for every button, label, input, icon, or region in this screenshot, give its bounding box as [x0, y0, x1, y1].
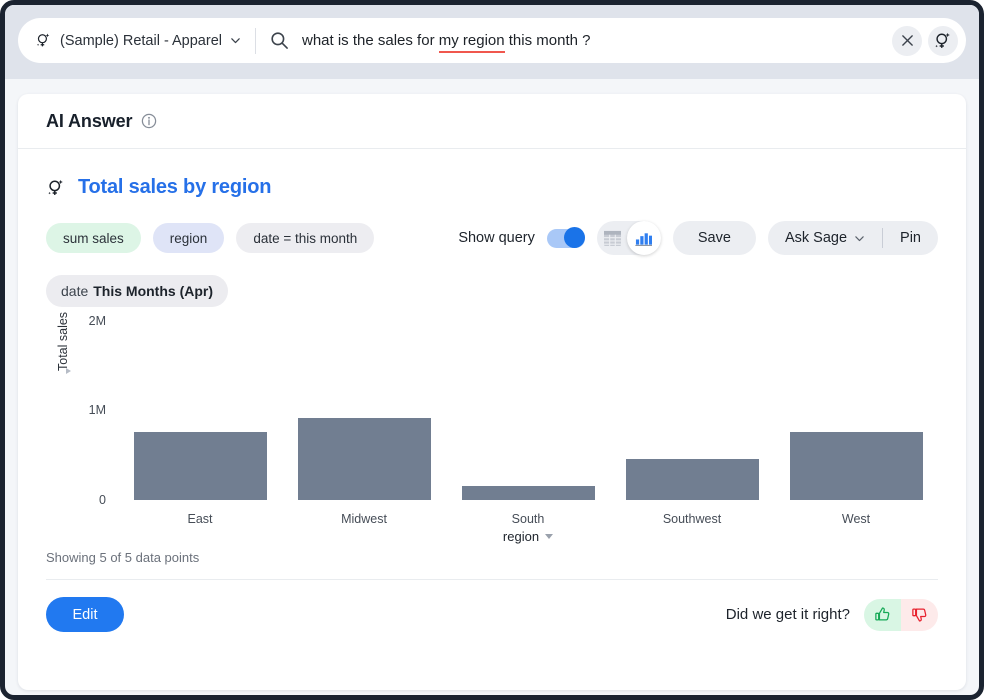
- show-query-label: Show query: [458, 230, 535, 246]
- bar-column: West: [774, 321, 938, 500]
- bar-chart: Total sales 2M 1M 0 East Midwest South: [46, 321, 938, 536]
- bar-southwest[interactable]: [626, 459, 759, 500]
- x-axis-title[interactable]: region: [118, 529, 938, 544]
- worksheet-label: (Sample) Retail - Apparel: [60, 33, 222, 49]
- info-icon[interactable]: [141, 113, 157, 129]
- date-filter-value: This Months (Apr): [93, 283, 213, 299]
- show-query-toggle[interactable]: [547, 229, 585, 248]
- feedback-section: Did we get it right?: [726, 599, 938, 631]
- clear-search-button[interactable]: [892, 26, 922, 56]
- date-filter-label: date: [61, 283, 88, 299]
- y-tick-label: 2M: [89, 314, 106, 328]
- query-underlined-token: my region: [439, 32, 505, 53]
- visualization-switch[interactable]: [597, 221, 661, 255]
- y-tick-label: 0: [99, 493, 106, 507]
- search-divider: [255, 28, 256, 54]
- y-axis-ticks: 2M 1M 0: [76, 321, 106, 536]
- x-tick-label: South: [512, 512, 545, 526]
- x-axis-title-label: region: [503, 529, 539, 544]
- answer-title: Total sales by region: [78, 176, 271, 199]
- ask-sage-label: Ask Sage: [785, 230, 847, 246]
- x-tick-label: Midwest: [341, 512, 387, 526]
- bar-column: East: [118, 321, 282, 500]
- ai-answer-card: AI Answer Total sales by region sum sale…: [18, 94, 966, 690]
- x-tick-label: West: [842, 512, 870, 526]
- query-chips: sum sales region date = this month: [46, 223, 374, 253]
- y-axis-marker-icon: [66, 368, 71, 374]
- query-prefix: what is the sales for: [302, 32, 439, 49]
- thumbs-up-button[interactable]: [864, 599, 901, 631]
- thumbs-down-icon: [911, 606, 928, 623]
- toggle-knob: [564, 227, 585, 248]
- bar-chart-icon: [634, 230, 653, 247]
- chip-measure[interactable]: sum sales: [46, 223, 141, 253]
- top-search-bar: (Sample) Retail - Apparel what is the sa…: [5, 5, 979, 79]
- ask-sage-pin-group: Ask Sage Pin: [768, 221, 938, 255]
- chevron-down-icon: [230, 35, 241, 46]
- thumbs-up-icon: [874, 606, 891, 623]
- caret-down-icon: [545, 534, 553, 539]
- x-tick-label: East: [187, 512, 212, 526]
- search-field[interactable]: what is the sales for my region this mon…: [270, 18, 892, 63]
- ask-sage-button[interactable]: [928, 26, 958, 56]
- feedback-buttons: [864, 599, 938, 631]
- ask-sage-dropdown[interactable]: Ask Sage: [768, 221, 882, 255]
- bar-midwest[interactable]: [298, 418, 431, 500]
- bar-west[interactable]: [790, 432, 923, 500]
- bar-column: Midwest: [282, 321, 446, 500]
- table-icon: [603, 230, 622, 247]
- chevron-down-icon: [854, 233, 865, 244]
- query-suffix: this month ?: [505, 32, 591, 49]
- thumbs-down-button[interactable]: [901, 599, 938, 631]
- chip-attribute[interactable]: region: [153, 223, 225, 253]
- answer-title-row: Total sales by region: [18, 149, 966, 199]
- pin-label: Pin: [900, 230, 921, 246]
- bar-south[interactable]: [462, 486, 595, 500]
- worksheet-selector[interactable]: (Sample) Retail - Apparel: [18, 18, 241, 63]
- y-axis-title: Total sales: [56, 312, 70, 371]
- close-icon: [901, 34, 914, 47]
- card-toolbar: Show query: [458, 221, 938, 255]
- search-query-text: what is the sales for my region this mon…: [302, 32, 590, 49]
- app-window: (Sample) Retail - Apparel what is the sa…: [0, 0, 984, 700]
- ai-answer-header: AI Answer: [18, 94, 966, 149]
- bar-east[interactable]: [134, 432, 267, 500]
- query-toolbar-row: sum sales region date = this month Show …: [18, 199, 966, 255]
- search-pill: (Sample) Retail - Apparel what is the sa…: [18, 18, 966, 63]
- chart-plot-area: East Midwest South Southwest West: [118, 321, 938, 500]
- bar-column: South: [446, 321, 610, 500]
- bar-column: Southwest: [610, 321, 774, 500]
- sage-icon: [46, 178, 66, 198]
- chip-filter[interactable]: date = this month: [236, 223, 374, 253]
- edit-button[interactable]: Edit: [46, 597, 124, 632]
- sage-icon: [35, 32, 52, 49]
- x-tick-label: Southwest: [663, 512, 721, 526]
- date-filter-chip[interactable]: date This Months (Apr): [46, 275, 228, 307]
- card-footer: Edit Did we get it right?: [18, 580, 966, 632]
- feedback-question: Did we get it right?: [726, 606, 850, 623]
- page-title: AI Answer: [46, 111, 132, 132]
- y-tick-label: 1M: [89, 403, 106, 417]
- chart-view-option[interactable]: [627, 221, 661, 255]
- search-icon: [270, 31, 289, 50]
- search-actions: [892, 26, 966, 56]
- table-view-option[interactable]: [597, 221, 629, 255]
- save-button[interactable]: Save: [673, 221, 756, 255]
- sage-sparkle-icon: [933, 31, 953, 51]
- pin-button[interactable]: Pin: [883, 221, 938, 255]
